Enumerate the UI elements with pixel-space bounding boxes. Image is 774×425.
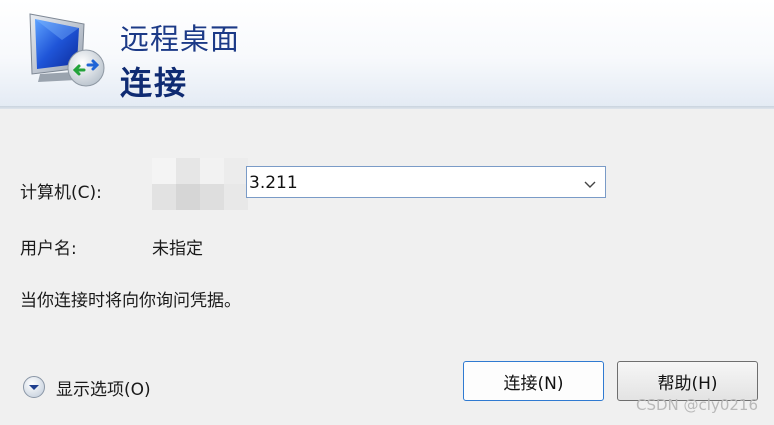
redacted-text (152, 158, 248, 210)
expand-circle-icon[interactable] (22, 375, 46, 399)
username-value: 未指定 (152, 239, 203, 259)
help-button-label: 帮助(H) (657, 373, 718, 394)
connect-button-label: 连接(N) (503, 373, 564, 394)
computer-input[interactable]: 3.211 (249, 173, 298, 193)
computer-combobox[interactable]: 3.211 (246, 166, 606, 198)
remote-desktop-icon (22, 10, 106, 90)
show-options-label[interactable]: 显示选项(O) (56, 375, 151, 400)
computer-label: 计算机(C): (20, 183, 102, 203)
show-options-toggle[interactable]: 显示选项(O) (22, 374, 151, 400)
credentials-info-text: 当你连接时将向你询问凭据。 (20, 291, 241, 311)
watermark: CSDN @cly0216 (636, 396, 758, 414)
username-label: 用户名: (20, 239, 77, 259)
dialog-header: 远程桌面 连接 (0, 0, 774, 106)
connect-button[interactable]: 连接(N) (463, 361, 604, 401)
app-title: 远程桌面 (120, 22, 241, 56)
app-subtitle: 连接 (120, 64, 189, 102)
header-divider (0, 106, 774, 109)
help-button[interactable]: 帮助(H) (617, 361, 758, 401)
chevron-down-icon[interactable] (583, 176, 597, 188)
